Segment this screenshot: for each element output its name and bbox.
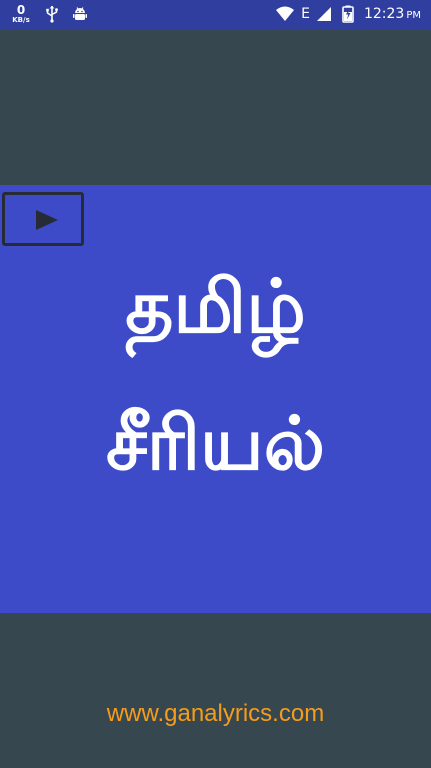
- play-button[interactable]: [2, 192, 84, 246]
- play-icon: [36, 210, 58, 230]
- android-debug-icon: [72, 5, 88, 23]
- network-speed: 0 KB/s: [10, 4, 32, 24]
- title-line-2: சீரியல்: [105, 401, 326, 487]
- network-speed-value: 0: [16, 3, 26, 17]
- status-bar: 0 KB/s E 12:23 PM: [0, 0, 431, 30]
- title-line-1: தமிழ்: [125, 264, 306, 350]
- status-bar-left: 0 KB/s: [10, 4, 88, 24]
- network-speed-unit: KB/s: [12, 16, 30, 24]
- status-bar-right: E 12:23 PM: [275, 5, 421, 23]
- usb-icon: [44, 5, 60, 23]
- network-type: E: [301, 6, 310, 22]
- clock-ampm: PM: [406, 10, 421, 21]
- clock-time: 12:23: [363, 6, 405, 22]
- battery-charging-icon: [342, 5, 354, 23]
- signal-icon: [316, 5, 332, 23]
- app-banner[interactable]: தமிழ் சீரியல்: [0, 185, 431, 613]
- website-link[interactable]: www.ganalyrics.com: [0, 700, 431, 728]
- clock: 12:23 PM: [364, 6, 421, 22]
- wifi-icon: [275, 5, 295, 23]
